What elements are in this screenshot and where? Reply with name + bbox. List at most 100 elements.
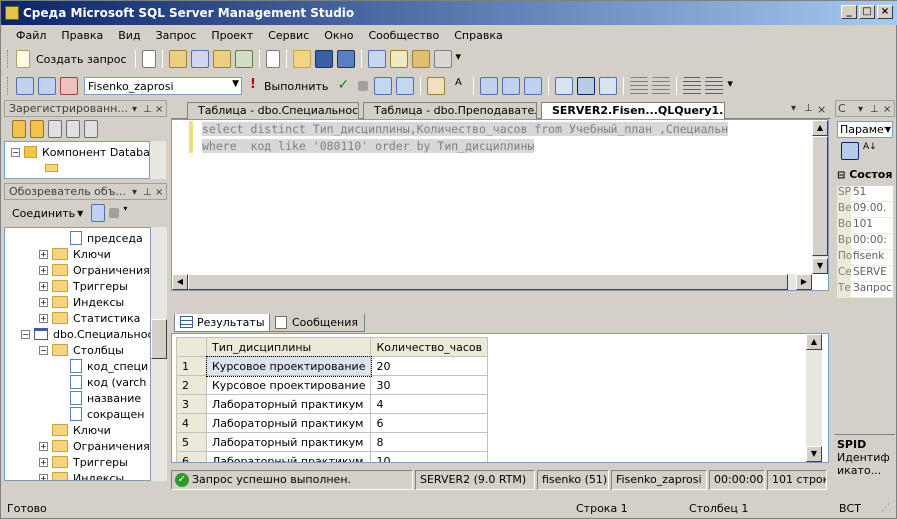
alphabetical-icon[interactable]: A↓ <box>863 142 881 160</box>
properties-icon[interactable] <box>433 50 452 68</box>
properties-object-select[interactable]: Парамет ▼ <box>837 121 893 138</box>
scroll-left-icon[interactable]: ◀ <box>172 274 188 290</box>
maximize-button[interactable]: □ <box>859 5 875 19</box>
expand-icon[interactable]: + <box>39 441 48 451</box>
tree-item[interactable]: код (varch <box>5 374 150 390</box>
tree-item[interactable]: код_специ <box>5 358 150 374</box>
comment-icon[interactable] <box>630 77 649 95</box>
tab-close-icon[interactable]: × <box>817 103 826 116</box>
save-all-icon[interactable] <box>336 50 355 68</box>
row-number[interactable]: 6 <box>176 451 207 462</box>
scroll-up-icon[interactable]: ▲ <box>806 334 822 350</box>
tree-item[interactable]: + Триггеры <box>5 278 150 294</box>
template-explorer-icon[interactable] <box>411 50 430 68</box>
property-row[interactable]: Те Запрос <box>837 282 893 298</box>
row-number[interactable]: 3 <box>176 394 207 414</box>
tree-item[interactable]: название <box>5 390 150 406</box>
tab-specialties-table[interactable]: Таблица - dbo.Специальности <box>187 102 359 119</box>
row-number[interactable]: 1 <box>176 356 207 376</box>
cell-hours[interactable]: 20 <box>370 356 489 376</box>
table-row[interactable]: 4 Лабораторный практикум 6 <box>176 413 489 433</box>
collapse-icon[interactable]: − <box>11 147 20 157</box>
decrease-indent-icon[interactable] <box>683 77 702 95</box>
dmx-query-icon[interactable] <box>212 50 231 68</box>
disconnect-icon[interactable] <box>60 77 78 95</box>
mobile-icon[interactable] <box>66 120 80 138</box>
row-number[interactable]: 5 <box>176 432 207 452</box>
cell-hours[interactable]: 8 <box>370 432 489 452</box>
results-to-text-icon[interactable] <box>524 77 543 95</box>
results-to-grid-active-icon[interactable] <box>577 77 596 95</box>
registered-servers-icon[interactable] <box>367 50 386 68</box>
increase-indent-icon[interactable] <box>705 77 724 95</box>
collapse-icon[interactable]: − <box>21 329 30 339</box>
explorer-scrollbar[interactable] <box>151 227 167 481</box>
menu-file[interactable]: Файл <box>9 29 54 42</box>
scroll-thumb[interactable] <box>188 274 788 290</box>
tree-item[interactable]: + Ограничения <box>5 262 150 278</box>
editor-hscrollbar[interactable]: ◀ ▶ <box>172 274 812 290</box>
new-item-icon[interactable] <box>265 50 280 68</box>
tree-item[interactable]: сокращен <box>5 406 150 422</box>
expand-icon[interactable]: + <box>39 297 48 307</box>
open-folder-icon[interactable] <box>292 50 311 68</box>
stop-icon[interactable] <box>109 208 120 218</box>
registered-scrollbar[interactable] <box>150 141 166 179</box>
cell-hours[interactable]: 10 <box>370 451 489 462</box>
tab-list-dropdown-icon[interactable]: ▾ <box>791 103 796 114</box>
tab-query-file[interactable]: SERVER2.Fisen...QLQuery1.sql* <box>541 102 725 120</box>
integration-services-icon[interactable] <box>84 120 98 138</box>
change-connection-icon[interactable] <box>38 77 56 95</box>
close-button[interactable]: × <box>877 5 893 19</box>
cell-type[interactable]: Лабораторный практикум <box>205 451 372 462</box>
property-row[interactable]: Се SERVE <box>837 266 893 282</box>
tree-item[interactable]: + Триггеры <box>5 454 150 470</box>
panel-close-icon[interactable]: × <box>883 102 891 116</box>
toolbar2-overflow-icon[interactable]: ▾ <box>727 77 735 95</box>
expand-icon[interactable]: + <box>39 281 48 291</box>
xmla-query-icon[interactable] <box>234 50 253 68</box>
tree-item[interactable]: + Статистика <box>5 310 150 326</box>
editor-vscrollbar[interactable]: ▲ ▼ <box>812 120 828 274</box>
property-row[interactable]: Ве 09.00. <box>837 202 893 218</box>
menu-view[interactable]: Вид <box>111 29 148 42</box>
expand-icon[interactable]: + <box>39 313 48 323</box>
property-row[interactable]: Во 101 <box>837 218 893 234</box>
db-engine-icon[interactable] <box>12 120 26 138</box>
connect-icon[interactable] <box>16 77 34 95</box>
cell-type[interactable]: Курсовое проектирование <box>205 355 372 377</box>
cancel-query-icon[interactable] <box>358 81 369 91</box>
include-plan-icon[interactable] <box>480 77 499 95</box>
minimize-button[interactable]: _ <box>841 5 857 19</box>
toolbar-overflow-icon[interactable]: ▾ <box>123 204 129 222</box>
cell-hours[interactable]: 4 <box>370 394 489 414</box>
object-explorer-icon[interactable] <box>389 50 408 68</box>
autohide-pin-icon[interactable]: ⊥ <box>804 103 813 114</box>
execute-button[interactable]: Выполнить <box>264 80 328 93</box>
table-row[interactable]: 1 Курсовое проектирование 20 <box>176 355 489 377</box>
new-file-icon[interactable] <box>141 50 156 68</box>
collapse-icon[interactable]: − <box>39 345 48 355</box>
scroll-thumb[interactable] <box>812 136 828 256</box>
table-row[interactable]: 3 Лабораторный практикум 4 <box>176 394 489 414</box>
client-stats-icon[interactable] <box>502 77 521 95</box>
resize-grip-icon[interactable]: ⋰ <box>881 503 890 513</box>
parse-check-icon[interactable]: ✓ <box>334 77 352 95</box>
specify-values-icon[interactable]: A <box>449 77 467 95</box>
new-query-button[interactable]: Создать запрос <box>36 53 127 66</box>
tree-item[interactable]: + Ограничения <box>5 438 150 454</box>
tab-results[interactable]: Результаты <box>174 314 272 332</box>
cell-type[interactable]: Лабораторный практикум <box>205 432 372 452</box>
tree-item-db-engine[interactable]: − Компонент Databas <box>5 144 149 160</box>
estimated-plan-icon[interactable] <box>374 77 393 95</box>
autohide-pin-icon[interactable]: ⊥ <box>143 102 152 116</box>
results-grid[interactable]: Тип_дисциплины Количество_часов 1 Курсово… <box>171 333 829 463</box>
row-number[interactable]: 4 <box>176 413 207 433</box>
column-header-type[interactable]: Тип_дисциплины <box>205 337 372 357</box>
cell-type[interactable]: Курсовое проектирование <box>205 375 372 395</box>
scroll-right-icon[interactable]: ▶ <box>796 274 812 290</box>
scroll-thumb[interactable] <box>151 319 167 359</box>
cell-type[interactable]: Лабораторный практикум <box>205 413 372 433</box>
table-row[interactable]: 6 Лабораторный практикум 10 <box>176 451 489 462</box>
menu-community[interactable]: Сообщество <box>362 29 448 42</box>
